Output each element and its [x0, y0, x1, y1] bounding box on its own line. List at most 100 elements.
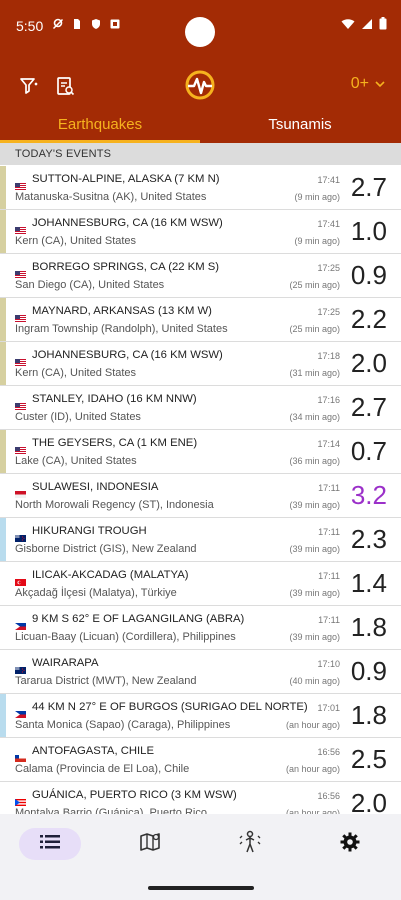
report-list-icon[interactable] [52, 73, 78, 99]
event-place: MAYNARD, ARKANSAS (13 KM W) [32, 305, 212, 317]
event-place: WAIRARAPA [32, 657, 99, 669]
event-magnitude: 2.2 [350, 304, 387, 334]
event-region: Custer (ID), United States [15, 411, 141, 423]
event-magnitude: 0.7 [350, 436, 387, 466]
nav-felt-report-button[interactable] [219, 828, 281, 860]
intensity-accent-bar [0, 474, 6, 517]
event-time: 17:25 [317, 263, 340, 273]
country-flag-icon [15, 705, 26, 718]
event-time-ago: (25 min ago) [289, 324, 340, 334]
tab-tsunamis[interactable]: Tsunamis [200, 110, 400, 143]
event-row[interactable]: ILICAK-AKCADAG (MALATYA) Akçadağ İlçesi (… [0, 562, 401, 606]
event-region: Ingram Township (Randolph), United State… [15, 323, 228, 335]
event-time-ago: (9 min ago) [294, 192, 340, 202]
intensity-accent-bar [0, 650, 6, 693]
chevron-down-icon [375, 75, 385, 93]
intensity-accent-bar [0, 166, 6, 209]
event-magnitude: 0.9 [350, 260, 387, 290]
event-time-ago: (an hour ago) [285, 720, 340, 730]
event-magnitude: 2.0 [350, 788, 387, 814]
event-row[interactable]: THE GEYSERS, CA (1 KM ENE) Lake (CA), Uni… [0, 430, 401, 474]
nav-map-button[interactable] [119, 828, 181, 860]
event-row[interactable]: 9 KM S 62° E OF LAGANGILANG (ABRA) Licuan… [0, 606, 401, 650]
event-row[interactable]: SULAWESI, INDONESIA North Morowali Regenc… [0, 474, 401, 518]
wifi-icon [341, 17, 355, 35]
event-place: THE GEYSERS, CA (1 KM ENE) [32, 437, 198, 449]
event-place: 44 KM N 27° E OF BURGOS (SURIGAO DEL NOR… [32, 701, 308, 713]
event-row[interactable]: BORREGO SPRINGS, CA (22 KM S) San Diego (… [0, 254, 401, 298]
event-time-ago: (9 min ago) [294, 236, 340, 246]
event-magnitude: 1.4 [350, 568, 387, 598]
sim-icon [71, 18, 83, 30]
event-row[interactable]: HIKURANGI TROUGH Gisborne District (GIS),… [0, 518, 401, 562]
nav-settings-button[interactable] [319, 828, 381, 860]
country-flag-icon [15, 793, 26, 806]
event-magnitude: 3.2 [350, 480, 387, 510]
country-flag-icon [15, 441, 26, 454]
event-time: 17:14 [317, 439, 340, 449]
camera-cutout [185, 17, 215, 47]
event-magnitude: 0.9 [350, 656, 387, 686]
event-place: ANTOFAGASTA, CHILE [32, 745, 154, 757]
event-region: Matanuska-Susitna (AK), United States [15, 191, 207, 203]
intensity-accent-bar [0, 562, 6, 605]
country-flag-icon [15, 485, 26, 498]
notification-square-icon [109, 18, 121, 30]
event-row[interactable]: GUÁNICA, PUERTO RICO (3 KM WSW) Montalva … [0, 782, 401, 814]
app-header: 5:50 0+ Earthquakes Tsunamis [0, 0, 401, 143]
event-region: Kern (CA), United States [15, 235, 137, 247]
event-region: North Morowali Regency (ST), Indonesia [15, 499, 214, 511]
section-header: TODAY'S EVENTS [0, 143, 401, 165]
intensity-accent-bar [0, 738, 6, 781]
country-flag-icon [15, 353, 26, 366]
event-row[interactable]: MAYNARD, ARKANSAS (13 KM W) Ingram Townsh… [0, 298, 401, 342]
country-flag-icon [15, 529, 26, 542]
event-row[interactable]: ANTOFAGASTA, CHILE Calama (Provincia de E… [0, 738, 401, 782]
event-row[interactable]: JOHANNESBURG, CA (16 KM WSW) Kern (CA), U… [0, 342, 401, 386]
event-row[interactable]: WAIRARAPA Tararua District (MWT), New Zea… [0, 650, 401, 694]
bottom-navigation [0, 814, 401, 900]
intensity-accent-bar [0, 342, 6, 385]
shield-icon [90, 18, 102, 30]
event-place: STANLEY, IDAHO (16 KM NNW) [32, 393, 197, 405]
intensity-accent-bar [0, 518, 6, 561]
event-time: 16:56 [317, 747, 340, 757]
event-row[interactable]: STANLEY, IDAHO (16 KM NNW) Custer (ID), U… [0, 386, 401, 430]
battery-icon [379, 17, 387, 35]
event-time: 17:01 [317, 703, 340, 713]
event-time-ago: (39 min ago) [289, 500, 340, 510]
tab-earthquakes[interactable]: Earthquakes [0, 110, 200, 143]
event-row[interactable]: JOHANNESBURG, CA (16 KM WSW) Kern (CA), U… [0, 210, 401, 254]
event-row[interactable]: SUTTON-ALPINE, ALASKA (7 KM N) Matanuska-… [0, 166, 401, 210]
event-place: HIKURANGI TROUGH [32, 525, 147, 537]
event-time: 17:11 [318, 571, 340, 581]
event-time-ago: (39 min ago) [289, 544, 340, 554]
event-region: Santa Monica (Sapao) (Caraga), Philippin… [15, 719, 231, 731]
event-list[interactable]: SUTTON-ALPINE, ALASKA (7 KM N) Matanuska-… [0, 166, 401, 814]
country-flag-icon [15, 265, 26, 278]
map-icon [139, 831, 161, 858]
event-time-ago: (36 min ago) [289, 456, 340, 466]
event-time-ago: (39 min ago) [289, 588, 340, 598]
country-flag-icon [15, 221, 26, 234]
intensity-accent-bar [0, 386, 6, 429]
event-time-ago: (25 min ago) [289, 280, 340, 290]
event-time: 16:56 [317, 791, 340, 801]
event-time: 17:25 [317, 307, 340, 317]
event-row[interactable]: 44 KM N 27° E OF BURGOS (SURIGAO DEL NOR… [0, 694, 401, 738]
event-time: 17:11 [318, 615, 340, 625]
magnitude-filter-dropdown[interactable]: 0+ [351, 75, 385, 93]
location-off-icon [52, 18, 64, 30]
toolbar: 0+ [0, 65, 401, 105]
country-flag-icon [15, 617, 26, 630]
event-region: Kern (CA), United States [15, 367, 137, 379]
event-magnitude: 1.8 [350, 700, 387, 730]
filter-icon[interactable] [16, 73, 42, 99]
event-time-ago: (31 min ago) [289, 368, 340, 378]
magnitude-filter-label: 0+ [350, 75, 369, 92]
gesture-handle[interactable] [148, 886, 254, 890]
intensity-accent-bar [0, 430, 6, 473]
nav-list-button[interactable] [19, 828, 81, 860]
event-magnitude: 2.7 [350, 172, 387, 202]
country-flag-icon [15, 397, 26, 410]
